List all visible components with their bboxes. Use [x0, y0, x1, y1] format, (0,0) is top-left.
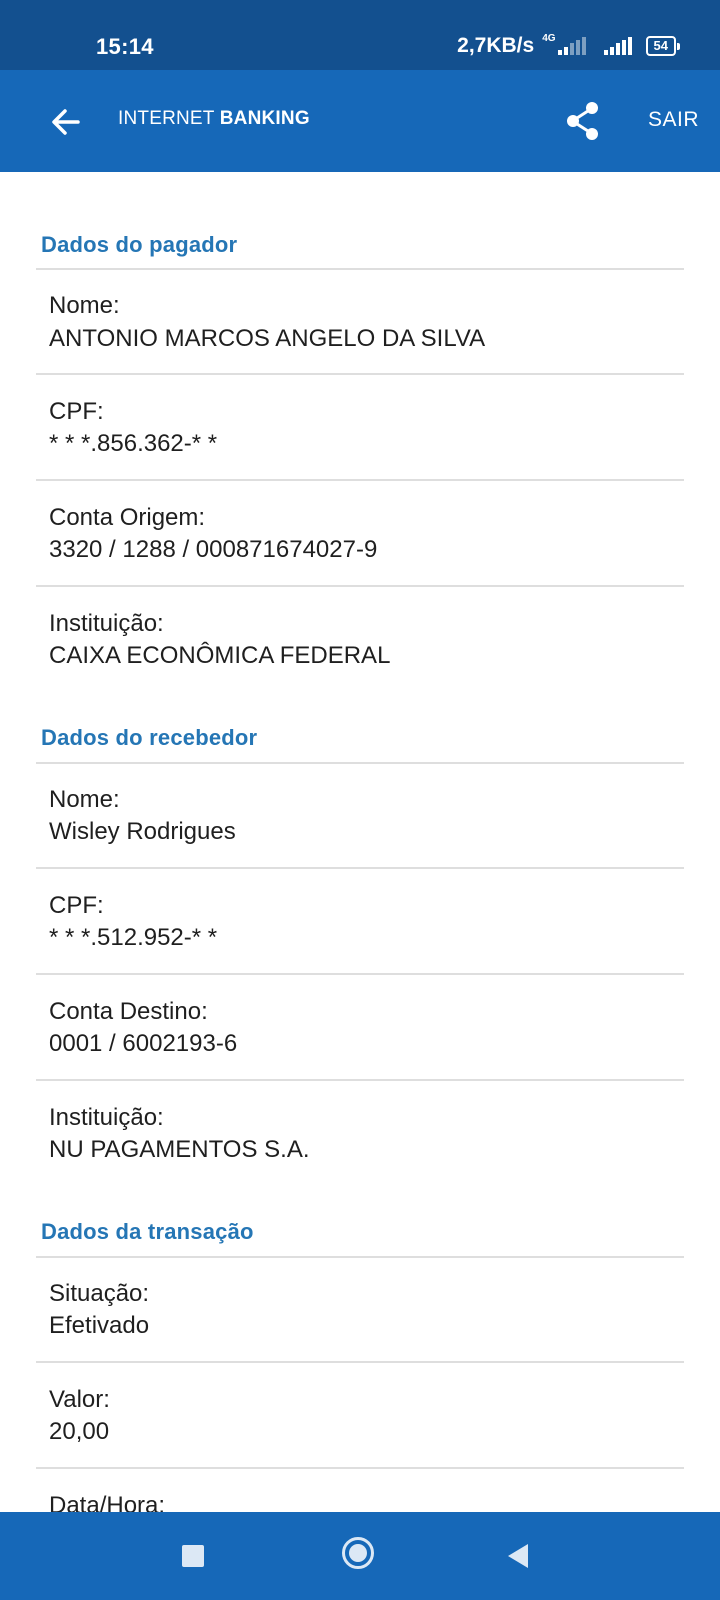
divider [36, 268, 684, 270]
system-nav-bar [0, 1512, 720, 1600]
transaction-datetime-label: Data/Hora: [49, 1492, 166, 1512]
transaction-amount-value: 20,00 [49, 1418, 110, 1445]
payer-institution-value: CAIXA ECONÔMICA FEDERAL [49, 642, 391, 669]
arrow-left-icon [52, 109, 80, 135]
app-title-bold: BANKING [219, 108, 310, 129]
circle-icon[interactable] [342, 1537, 374, 1569]
payer-institution-label: Instituição: [49, 610, 164, 637]
status-time: 15:14 [96, 34, 154, 59]
status-bar: 15:14 2,7KB/s 4G 54 [0, 0, 720, 70]
receiver-cpf-value: * * *.512.952-* * [49, 924, 218, 951]
transaction-status-label: Situação: [49, 1280, 150, 1307]
receiver-name-label: Nome: [49, 786, 120, 813]
payer-cpf-value: * * *.856.362-* * [49, 430, 218, 457]
receiver-account-value: 0001 / 6002193-6 [49, 1030, 238, 1057]
section-title-payer: Dados do pagador [41, 232, 238, 257]
app-title-light: INTERNET [118, 108, 220, 129]
transaction-amount-label: Valor: [49, 1386, 110, 1413]
section-title-transaction: Dados da transação [41, 1219, 254, 1244]
app-bar: INTERNET BANKING SAIR [0, 70, 720, 172]
divider [36, 1256, 684, 1258]
divider [36, 867, 684, 869]
section-title-receiver: Dados do recebedor [41, 725, 258, 750]
divider [36, 479, 684, 481]
triangle-back-icon[interactable] [508, 1544, 528, 1568]
payer-account-value: 3320 / 1288 / 000871674027-9 [49, 536, 378, 563]
payer-name-value: ANTONIO MARCOS ANGELO DA SILVA [49, 325, 486, 352]
receiver-cpf-label: CPF: [49, 892, 104, 919]
share-icon [567, 102, 598, 140]
payer-account-label: Conta Origem: [49, 504, 206, 531]
divider [36, 1467, 684, 1469]
divider [36, 585, 684, 587]
receipt-content[interactable]: Dados do pagador Nome: ANTONIO MARCOS AN… [0, 172, 720, 1512]
square-icon[interactable] [182, 1545, 204, 1567]
receiver-account-label: Conta Destino: [49, 998, 208, 1025]
divider [36, 1079, 684, 1081]
payer-name-label: Nome: [49, 292, 120, 319]
logout-button[interactable]: SAIR [648, 108, 699, 132]
network-type: 4G [542, 32, 556, 44]
battery-level: 54 [653, 38, 668, 53]
battery-icon: 54 [645, 36, 680, 56]
divider [36, 762, 684, 764]
status-indicators: 2,7KB/s 4G 54 [457, 32, 680, 58]
app-title: INTERNET BANKING [118, 108, 310, 130]
payer-cpf-label: CPF: [49, 398, 104, 425]
divider [36, 973, 684, 975]
divider [36, 1361, 684, 1363]
back-button[interactable] [46, 102, 86, 142]
signal-sim2-icon [603, 37, 632, 55]
network-speed: 2,7KB/s [457, 34, 535, 57]
share-button[interactable] [562, 100, 604, 142]
signal-sim1-icon [557, 37, 586, 55]
divider [36, 373, 684, 375]
receiver-institution-label: Instituição: [49, 1104, 164, 1131]
receiver-name-value: Wisley Rodrigues [49, 818, 236, 845]
transaction-status-value: Efetivado [49, 1312, 150, 1339]
receiver-institution-value: NU PAGAMENTOS S.A. [49, 1136, 310, 1163]
